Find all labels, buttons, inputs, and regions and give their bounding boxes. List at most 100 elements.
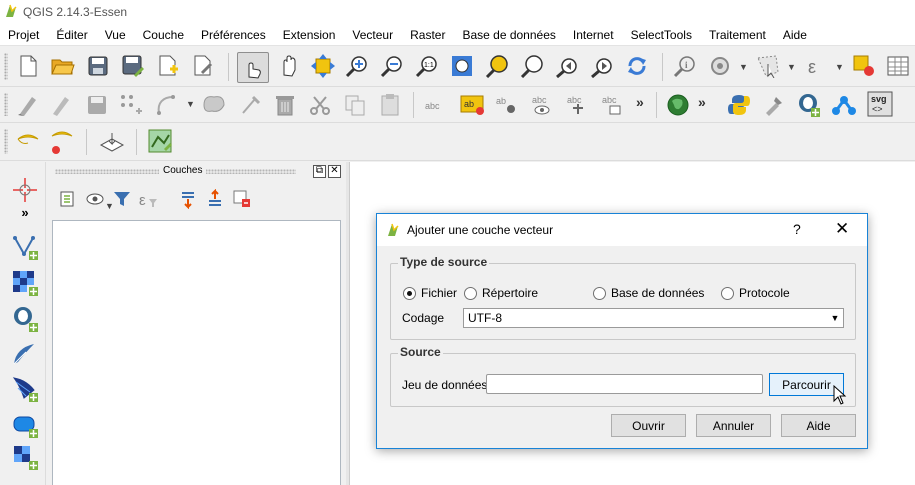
expand-icon[interactable]: » [12,204,38,220]
add-vector-layer-icon[interactable] [12,234,38,260]
cut-features-icon[interactable] [307,92,333,118]
move-feature-icon[interactable] [154,92,180,118]
toolbar-grip[interactable] [4,93,8,116]
composer-manager-icon[interactable] [190,53,216,79]
zoom-next-icon[interactable] [589,53,615,79]
zoom-last-icon[interactable] [554,53,580,79]
add-ring-icon[interactable] [16,129,42,155]
save-project-icon[interactable] [85,53,111,79]
new-print-composer-icon[interactable] [155,53,181,79]
close-icon[interactable]: ✕ [835,219,849,239]
select-icon[interactable] [755,53,781,79]
change-label-icon[interactable]: abc [600,92,626,118]
menu-extension[interactable]: Extension [275,24,345,46]
toolbar-grip[interactable] [4,129,8,154]
globe-icon[interactable] [665,92,691,118]
layers-panel-header[interactable]: Couches ⧉ ✕ [47,162,346,182]
save-edits-icon[interactable] [84,92,110,118]
menu-vue[interactable]: Vue [97,24,135,46]
menu-aide[interactable]: Aide [775,24,816,46]
measure-dropdown-icon[interactable]: ▼ [835,62,844,72]
paste-features-icon[interactable] [377,92,403,118]
encoding-select[interactable]: UTF-8 ▼ [463,308,844,328]
radio-repertoire[interactable]: Répertoire [464,286,538,300]
plugin-icon[interactable] [761,92,787,118]
menu-preferences[interactable]: Préférences [193,24,275,46]
menu-selecttools[interactable]: SelectTools [623,24,701,46]
toggle-editing-icon[interactable] [48,92,74,118]
menu-internet[interactable]: Internet [565,24,623,46]
chevron-down-icon[interactable]: ▼ [827,309,843,327]
radio-protocole[interactable]: Protocole [721,286,790,300]
current-edits-icon[interactable] [15,92,41,118]
copy-features-icon[interactable] [342,92,368,118]
delete-selected-icon[interactable] [272,92,298,118]
zoom-selection-icon[interactable] [484,53,510,79]
node-tool-icon[interactable] [202,92,228,118]
remove-layer-icon[interactable] [229,186,255,212]
menu-raster[interactable]: Raster [402,24,454,46]
show-hide-label-icon[interactable]: abc [530,92,556,118]
open-project-icon[interactable] [50,53,76,79]
new-project-icon[interactable] [15,53,41,79]
menu-editer[interactable]: Éditer [48,24,96,46]
add-wms-layer-icon[interactable] [12,376,38,402]
add-postgis-layer-icon[interactable] [12,306,38,332]
svg-icon[interactable]: svg <> [866,90,894,118]
radio-base-de-donnees[interactable]: Base de données [593,286,704,300]
pan-to-selection-icon[interactable] [310,53,336,79]
network-icon[interactable] [831,92,857,118]
add-virtual-layer-icon[interactable] [12,444,38,470]
toolbar-overflow-icon[interactable]: » [698,94,706,110]
digitize-tool-icon[interactable] [238,92,264,118]
cancel-button[interactable]: Annuler [696,414,771,437]
radio-dot[interactable] [403,286,416,300]
add-group-icon[interactable] [55,186,81,212]
postgis-icon[interactable] [796,92,822,118]
toolbar-grip[interactable] [4,53,8,80]
menu-projet[interactable]: Projet [0,24,48,46]
zoom-out-icon[interactable] [379,53,405,79]
move-label-icon[interactable]: abc [565,92,591,118]
menu-vecteur[interactable]: Vecteur [344,24,402,46]
radio-dot[interactable] [593,286,606,300]
toolbar-overflow-icon[interactable]: » [636,94,644,110]
action-dropdown-icon[interactable]: ▼ [739,62,748,72]
menu-base-de-donnees[interactable]: Base de données [454,24,564,46]
zoom-layer-icon[interactable] [519,53,545,79]
open-button[interactable]: Ouvrir [611,414,686,437]
dataset-input[interactable] [486,374,763,394]
attribute-table-icon[interactable] [885,53,911,79]
identify-icon[interactable]: i [672,53,698,79]
radio-dot[interactable] [464,286,477,300]
annotation-icon[interactable] [851,53,877,79]
filter-legend-icon[interactable] [109,186,135,212]
dialog-titlebar[interactable]: Ajouter une couche vecteur ? ✕ [377,214,867,246]
measure-icon[interactable]: ε [803,53,829,79]
save-as-icon[interactable] [120,53,146,79]
select-dropdown-icon[interactable]: ▼ [787,62,796,72]
digitize-icon[interactable] [99,129,125,155]
help-button[interactable]: Aide [781,414,856,437]
action-icon[interactable] [707,53,733,79]
help-icon[interactable]: ? [793,221,801,237]
move-feature-dropdown-icon[interactable]: ▼ [186,99,195,109]
crosshair-icon[interactable] [12,177,38,203]
layers-tree[interactable] [52,220,341,485]
zoom-full-icon[interactable] [449,53,475,79]
python-icon[interactable] [726,92,752,118]
add-wfs-layer-icon[interactable] [12,412,38,438]
pin-label-icon[interactable]: ab [495,92,521,118]
menu-couche[interactable]: Couche [135,24,193,46]
zoom-native-icon[interactable]: 1:1 [414,53,440,79]
zoom-in-icon[interactable] [344,53,370,79]
add-part-icon[interactable] [50,129,76,155]
label-icon[interactable]: abc [424,92,450,118]
radio-dot[interactable] [721,286,734,300]
radio-fichier[interactable]: Fichier [403,286,457,300]
refresh-icon[interactable] [624,53,650,79]
add-feature-icon[interactable] [118,92,144,118]
close-panel-icon[interactable]: ✕ [328,165,341,178]
collapse-all-icon[interactable] [202,186,228,212]
expand-all-icon[interactable] [175,186,201,212]
